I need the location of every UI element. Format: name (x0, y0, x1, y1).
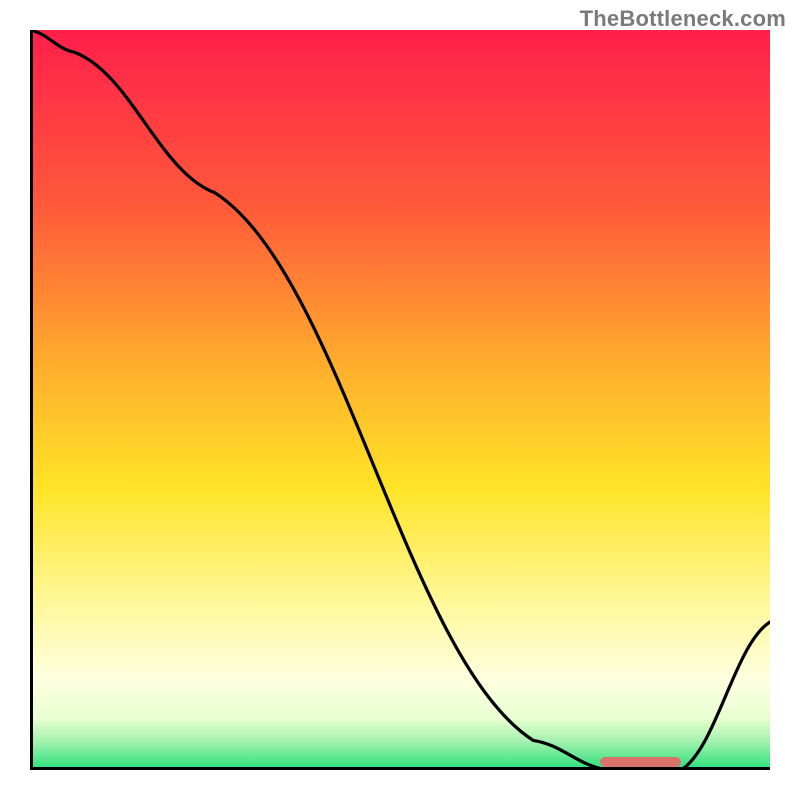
optimal-marker (600, 757, 681, 767)
plot-area (30, 30, 770, 770)
x-axis (30, 767, 770, 770)
watermark-text: TheBottleneck.com (580, 6, 786, 32)
y-axis (30, 30, 33, 770)
curve-line (30, 30, 770, 770)
